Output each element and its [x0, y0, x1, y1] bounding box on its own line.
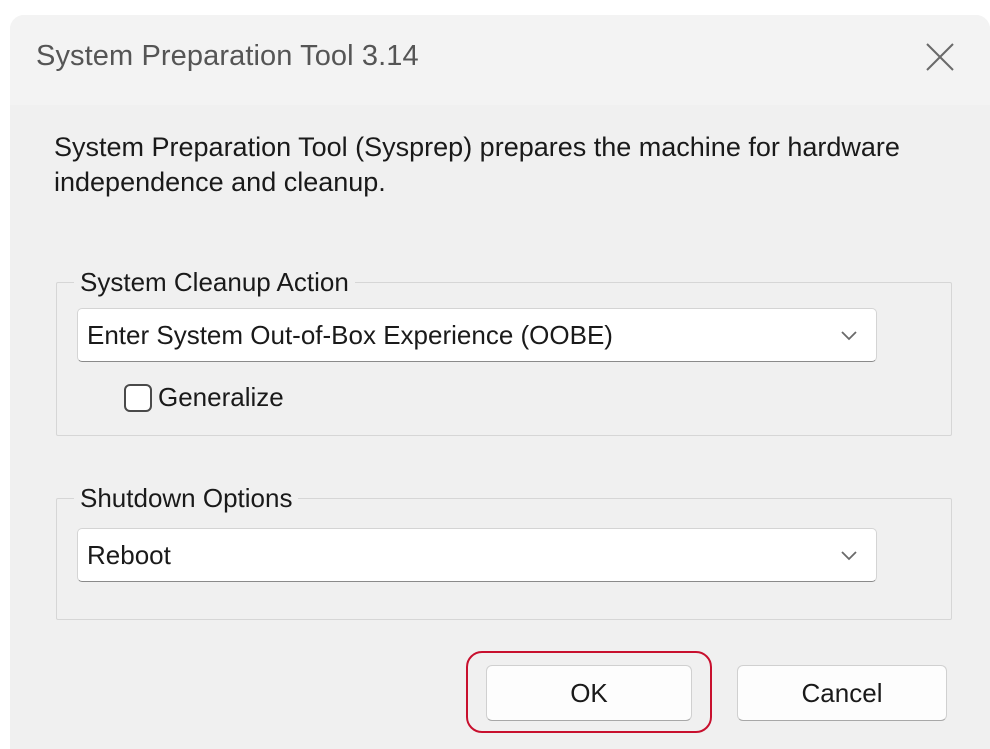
window-title: System Preparation Tool 3.14	[36, 40, 419, 72]
generalize-label: Generalize	[158, 382, 284, 412]
close-icon	[926, 43, 954, 71]
ok-button-highlight	[466, 651, 712, 733]
shutdown-options-value: Reboot	[87, 539, 171, 570]
cancel-button[interactable]: Cancel	[737, 665, 947, 721]
shutdown-options-legend: Shutdown Options	[74, 483, 299, 513]
sysprep-dialog: System Preparation Tool 3.14 System Prep…	[10, 15, 990, 749]
chevron-down-icon	[841, 551, 857, 561]
close-button[interactable]	[910, 29, 970, 85]
cleanup-action-value: Enter System Out-of-Box Experience (OOBE…	[87, 319, 613, 350]
cleanup-action-legend: System Cleanup Action	[74, 267, 355, 297]
title-bar: System Preparation Tool 3.14	[10, 15, 990, 105]
generalize-checkbox[interactable]	[124, 383, 152, 412]
chevron-down-icon	[841, 331, 857, 341]
generalize-checkbox-row[interactable]: Generalize	[124, 382, 284, 413]
shutdown-options-select[interactable]: Reboot	[77, 528, 877, 582]
cleanup-action-select[interactable]: Enter System Out-of-Box Experience (OOBE…	[77, 308, 877, 362]
description-text: System Preparation Tool (Sysprep) prepar…	[54, 132, 900, 197]
